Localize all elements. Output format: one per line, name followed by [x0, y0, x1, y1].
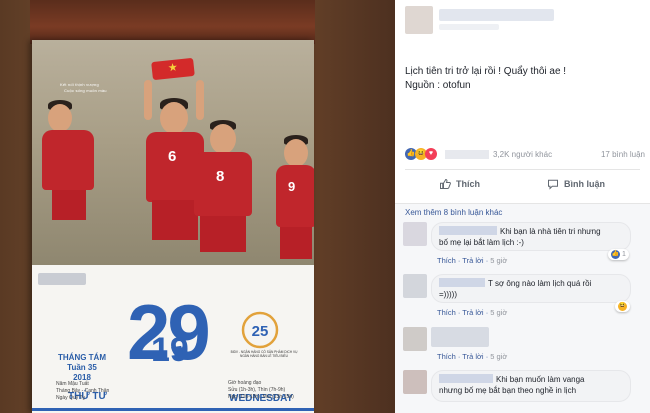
post-text: Lịch tiên tri trở lại rồi ! Quẩy thôi ae… [405, 65, 566, 93]
comment-text: Khi bạn muốn làm vanga [496, 375, 585, 384]
comment-text: nhưng bố mẹ bắt bạn theo nghề in lịch [439, 386, 577, 395]
comment-icon [548, 179, 558, 190]
calendar-month: THÁNG TÁM Tuần 35 2018 [52, 353, 112, 383]
art-caption-2: Cuộc sống muôn màu [64, 88, 107, 93]
jersey-number: 8 [216, 168, 225, 185]
facebook-post-panel: Lịch tiên tri trở lại rồi ! Quẩy thôi ae… [395, 0, 650, 413]
reaction-count[interactable]: 3,2K người khác [493, 150, 552, 159]
post-meta-blurred [439, 24, 499, 30]
comment-reply-link[interactable]: Trả lời [462, 256, 483, 265]
post-photo[interactable]: Kết nối thịnh vượng Cuộc sống muôn màu ★ [0, 0, 395, 413]
comment-reaction-count: 1 [622, 251, 626, 258]
divider [395, 203, 650, 204]
commenter-name-blurred[interactable] [439, 374, 493, 383]
comment-timestamp[interactable]: 5 giờ [490, 256, 507, 265]
player-figure-left [42, 100, 97, 260]
avatar[interactable] [403, 370, 427, 394]
comment: Khi bạn là nhà tiên tri nhưng bố mẹ lại … [403, 222, 643, 268]
player-figure-8: 8 [192, 120, 254, 265]
see-more-comments-link[interactable]: Xem thêm 8 bình luận khác [405, 208, 502, 217]
calendar-binder [30, 0, 315, 44]
comment-timestamp[interactable]: 5 giờ [490, 308, 507, 317]
star-icon: ★ [167, 61, 179, 75]
comment-like-link[interactable]: Thích [437, 352, 456, 361]
lunar-line: Năm Mậu Tuất [56, 381, 89, 387]
like-reaction-icon: 👍 [611, 250, 620, 259]
like-label: Thích [456, 179, 480, 189]
comment-bubble: Khi bạn muốn làm vanga nhưng bố mẹ bắt b… [431, 370, 631, 402]
avatar[interactable] [403, 222, 427, 246]
logo-number: 25 [252, 323, 269, 340]
football-artwork: Kết nối thịnh vượng Cuộc sống muôn màu ★ [32, 40, 314, 265]
divider [32, 408, 314, 411]
lunar-line: Ngày Quý Tỵ [56, 395, 86, 401]
week-label: Tuần 35 [67, 363, 97, 372]
comment-text: bố mẹ lại bắt làm lịch :-) [439, 238, 524, 247]
comment: T sợ ông nào làm lịch quá rồi =))))) 😆 T… [403, 274, 643, 320]
comment-like-link[interactable]: Thích [437, 256, 456, 265]
comment: Khi bạn muốn làm vanga nhưng bố mẹ bắt b… [403, 370, 643, 413]
comment-text: =))))) [439, 290, 457, 299]
avatar[interactable] [403, 274, 427, 298]
post-text-line: Lịch tiên tri trở lại rồi ! Quẩy thôi ae… [405, 66, 567, 77]
comment-reply-link[interactable]: Trả lời [462, 352, 483, 361]
anniversary-logo-icon: 25 [241, 311, 279, 349]
commenter-name-blurred[interactable] [431, 327, 489, 347]
comment-reactions[interactable]: 😆 [615, 301, 630, 312]
blurred-header [38, 273, 86, 285]
lunar-line: Tháng Bảy - Canh Thân [56, 388, 110, 394]
divider [405, 169, 640, 170]
lunar-line: Sửu (1h-3h), Thìn (7h-9h) [228, 387, 286, 393]
comment-text: Khi bạn là nhà tiên tri nhưng [500, 227, 601, 236]
logo-caption: BIDV - NGÂN HÀNG CÓ SẢN PHẨM DỊCH VỤ NGÂ… [230, 350, 298, 358]
love-reaction-icon: ♥ [425, 148, 437, 160]
jersey-number: 6 [168, 148, 177, 165]
player-figure-9: 9 [276, 135, 314, 265]
comment-timestamp[interactable]: 5 giờ [490, 352, 507, 361]
comment-bubble: T sợ ông nào làm lịch quá rồi =))))) [431, 274, 631, 303]
comment-bubble: Khi bạn là nhà tiên tri nhưng bố mẹ lại … [431, 222, 631, 251]
comment-reply-link[interactable]: Trả lời [462, 308, 483, 317]
post-source: Nguồn : otofun [405, 80, 471, 91]
lunar-info-left: Năm Mậu Tuất Tháng Bảy - Canh Thân Ngày … [56, 381, 109, 402]
vietnam-flag: ★ [151, 57, 195, 81]
comment-label: Bình luận [564, 179, 605, 189]
comment: Thích · Trả lời · 5 giờ [403, 327, 643, 367]
haha-reaction-icon: 😆 [618, 302, 627, 311]
comment-text: T sợ ông nào làm lịch quá rồi [488, 279, 592, 288]
art-caption-1: Kết nối thịnh vượng [60, 82, 99, 87]
comment-actions: Thích · Trả lời · 5 giờ [437, 308, 508, 317]
comment-reactions[interactable]: 👍 1 [608, 249, 629, 260]
comment-actions: Thích · Trả lời · 5 giờ [437, 352, 508, 361]
jersey-number: 9 [288, 179, 296, 194]
reaction-summary[interactable]: 👍 😆 ♥ 3,2K người khác 17 bình luận [405, 147, 645, 163]
commenter-name-blurred[interactable] [439, 278, 485, 287]
avatar[interactable] [405, 6, 433, 34]
commenter-name-blurred[interactable] [439, 226, 497, 235]
author-name-blurred[interactable] [439, 9, 554, 21]
lunar-line: Giờ hoàng đạo [228, 380, 262, 386]
avatar[interactable] [403, 327, 427, 351]
lunar-line: Ngọ (11h-13h), Mùi (13h-15h) [228, 394, 294, 400]
lunar-day: 19 [151, 331, 189, 369]
month-label: THÁNG TÁM [58, 353, 106, 362]
comment-count[interactable]: 17 bình luận [601, 150, 645, 159]
comment-like-link[interactable]: Thích [437, 308, 456, 317]
like-button[interactable]: Thích [439, 176, 480, 192]
thumbs-up-icon [440, 179, 451, 189]
lunar-info-right: Giờ hoàng đạo Sửu (1h-3h), Thìn (7h-9h) … [228, 380, 294, 401]
comment-actions: Thích · Trả lời · 5 giờ [437, 256, 508, 265]
comment-button[interactable]: Bình luận [547, 176, 605, 192]
reactor-name-blurred [445, 150, 489, 159]
